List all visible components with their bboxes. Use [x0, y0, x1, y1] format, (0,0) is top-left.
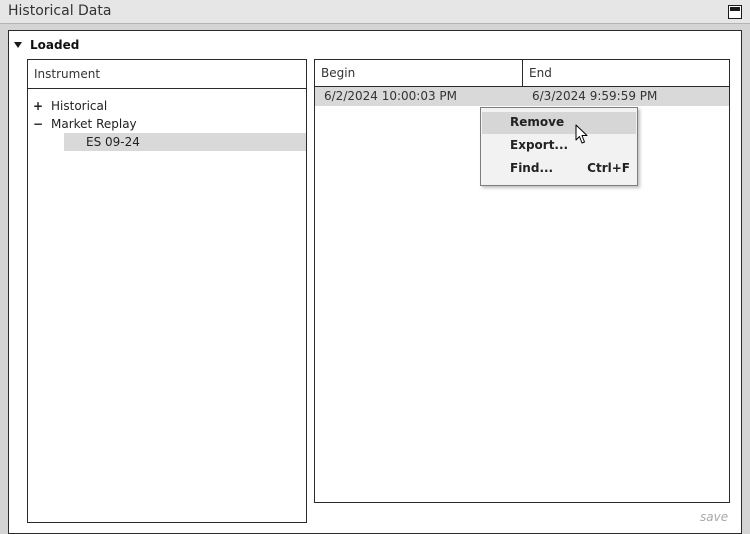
menu-item-export[interactable]: Export... [482, 135, 636, 157]
collapse-minus-icon[interactable]: − [33, 117, 43, 131]
context-menu: Remove Export... Find... Ctrl+F [480, 107, 638, 186]
section-label: Loaded [30, 38, 80, 52]
title-bar: Historical Data [0, 0, 750, 24]
column-header-end[interactable]: End [523, 60, 729, 87]
menu-item-find[interactable]: Find... Ctrl+F [482, 158, 636, 180]
table-row[interactable]: 6/2/2024 10:00:03 PM 6/3/2024 9:59:59 PM [315, 87, 729, 106]
mouse-cursor-icon [575, 124, 588, 144]
menu-item-label: Export... [510, 138, 569, 152]
tree-item-es-09-24[interactable]: ES 09-24 [64, 133, 306, 151]
section-loaded-header[interactable]: Loaded [14, 38, 79, 52]
menu-item-shortcut: Ctrl+F [587, 161, 630, 175]
tree-item-label: ES 09-24 [86, 135, 140, 149]
instrument-header-label: Instrument [34, 67, 101, 81]
expanded-triangle-icon[interactable] [14, 42, 22, 48]
window-title: Historical Data [8, 3, 112, 19]
tree-item-market-replay[interactable]: − Market Replay [33, 115, 137, 133]
menu-item-label: Find... [510, 161, 554, 175]
menu-item-label: Remove [510, 115, 565, 129]
begin-cell: 6/2/2024 10:00:03 PM [324, 89, 458, 103]
tree-item-label: Historical [51, 99, 108, 113]
tree-item-historical[interactable]: + Historical [33, 97, 107, 115]
instrument-column-header[interactable]: Instrument [28, 60, 306, 89]
maximize-icon[interactable] [728, 5, 742, 19]
tree-item-label: Market Replay [51, 117, 137, 131]
save-link[interactable]: save [700, 510, 728, 524]
instrument-panel: Instrument + Historical − Market Replay … [27, 59, 307, 523]
column-label: Begin [321, 66, 356, 80]
expand-plus-icon[interactable]: + [33, 99, 43, 113]
end-cell: 6/3/2024 9:59:59 PM [532, 89, 658, 103]
menu-item-remove[interactable]: Remove [482, 112, 636, 134]
column-header-begin[interactable]: Begin [315, 60, 522, 87]
column-label: End [529, 66, 552, 80]
